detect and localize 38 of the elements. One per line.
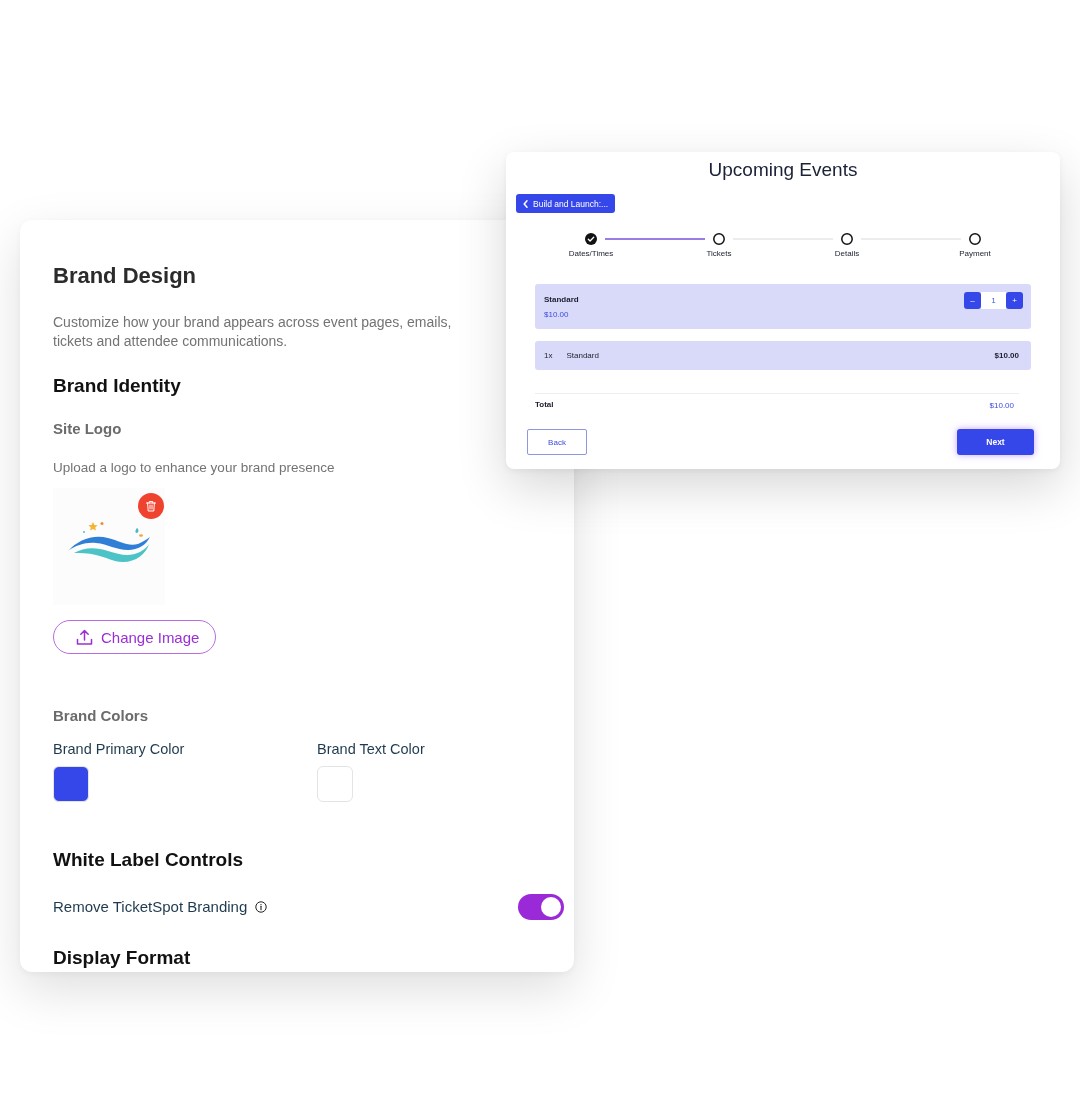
change-image-button[interactable]: Change Image	[53, 620, 217, 654]
setting-label: Remove TicketSpot Branding	[53, 897, 248, 917]
field-label: Brand Colors	[53, 706, 149, 726]
ticket-name: Standard	[544, 294, 579, 305]
step-label: Dates/Times	[567, 249, 615, 259]
ticket-price: $10.00	[544, 309, 569, 320]
color-label: Brand Primary Color	[53, 740, 186, 759]
hint-text: Upload a logo to enhance your brand presence	[53, 459, 336, 477]
info-icon[interactable]	[255, 901, 268, 913]
delete-button[interactable]	[138, 493, 164, 519]
decrement-button[interactable]: –	[964, 292, 981, 309]
order-amount: $10.00	[994, 351, 1019, 360]
total-label: Total	[535, 399, 554, 410]
color-swatch[interactable]	[53, 766, 89, 802]
section-heading: Display Format	[53, 946, 192, 970]
field-label: Site Logo	[53, 419, 123, 439]
next-button[interactable]: Next	[957, 429, 1034, 455]
chevron-left-icon	[523, 199, 528, 208]
section-heading: White Label Controls	[53, 848, 244, 872]
order-quantity: 1x	[544, 351, 553, 360]
description-text: Customize how your brand appears across event pages, emails, tickets and attendee communications.	[53, 313, 453, 351]
total-amount: $10.00	[989, 400, 1015, 411]
back-button[interactable]: Back	[527, 429, 587, 455]
preview-title: Upcoming Events	[707, 159, 859, 181]
upload-icon	[76, 628, 93, 646]
order-item-name: Standard	[566, 351, 599, 360]
step-label: Details	[833, 249, 861, 259]
increment-button[interactable]: +	[1006, 292, 1023, 309]
step-label: Payment	[958, 249, 992, 259]
trash-icon	[145, 500, 157, 512]
section-heading: Brand Identity	[53, 374, 182, 398]
step-label: Tickets	[705, 249, 733, 259]
color-swatch[interactable]	[317, 766, 353, 802]
back-link-button[interactable]: Build and Launch:...	[516, 194, 616, 213]
wave-logo-icon	[68, 520, 150, 563]
color-label: Brand Text Color	[317, 740, 426, 759]
page-title: Brand Design	[53, 262, 198, 290]
toggle-switch[interactable]	[518, 894, 564, 920]
